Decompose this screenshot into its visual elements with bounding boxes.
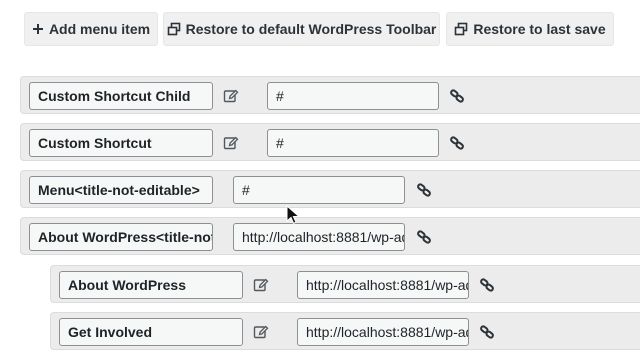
menu-item-url-input[interactable]: # <box>267 129 439 157</box>
restore-default-toolbar-button[interactable]: Restore to default WordPress Toolbar <box>163 12 440 46</box>
pencil-edit-icon[interactable] <box>223 135 239 151</box>
link-icon[interactable] <box>479 324 495 340</box>
plus-icon <box>32 23 44 35</box>
link-icon[interactable] <box>416 182 432 198</box>
menu-item-url-input[interactable]: # <box>233 176 405 204</box>
link-icon[interactable] <box>479 277 495 293</box>
menu-item-url-input[interactable]: http://localhost:8881/wp-admin/contribut… <box>297 318 469 346</box>
menu-item-url-input[interactable]: http://localhost:8881/wp-admin/about.php <box>297 271 469 299</box>
menu-item-title-input: Menu<title-not-editable> <box>29 176 213 204</box>
copy-icon <box>454 22 468 36</box>
link-icon[interactable] <box>449 135 465 151</box>
mouse-cursor-icon <box>286 204 301 225</box>
menu-item-url-input[interactable]: http://localhost:8881/wp-admin/about.php <box>233 223 405 251</box>
link-icon[interactable] <box>449 88 465 104</box>
link-icon[interactable] <box>416 229 432 245</box>
add-menu-item-label: Add menu item <box>48 21 151 37</box>
menu-item-title-input[interactable]: Custom Shortcut <box>29 129 213 157</box>
menu-item-row: Get Involved http://localhost:8881/wp-ad… <box>50 312 640 350</box>
copy-icon <box>167 22 181 36</box>
menu-item-title-input: About WordPress<title-not-editable> <box>29 223 213 251</box>
menu-item-title-input[interactable]: Custom Shortcut Child <box>29 82 213 110</box>
restore-last-save-button[interactable]: Restore to last save <box>446 12 614 46</box>
restore-last-save-label: Restore to last save <box>473 21 606 37</box>
menu-item-row: Custom Shortcut Child # <box>20 76 640 114</box>
menu-item-url-input[interactable]: # <box>267 82 439 110</box>
menu-item-row: Custom Shortcut # <box>20 123 640 161</box>
add-menu-item-button[interactable]: Add menu item <box>24 12 158 46</box>
menu-item-row: Menu<title-not-editable> # <box>20 170 640 208</box>
pencil-edit-icon[interactable] <box>223 88 239 104</box>
pencil-edit-icon[interactable] <box>253 277 269 293</box>
menu-item-title-input[interactable]: About WordPress <box>59 271 243 299</box>
pencil-edit-icon[interactable] <box>253 324 269 340</box>
menu-item-row: About WordPress http://localhost:8881/wp… <box>50 265 640 303</box>
restore-default-toolbar-label: Restore to default WordPress Toolbar <box>185 21 437 37</box>
menu-item-row: About WordPress<title-not-editable> http… <box>20 217 640 255</box>
menu-item-title-input[interactable]: Get Involved <box>59 318 243 346</box>
